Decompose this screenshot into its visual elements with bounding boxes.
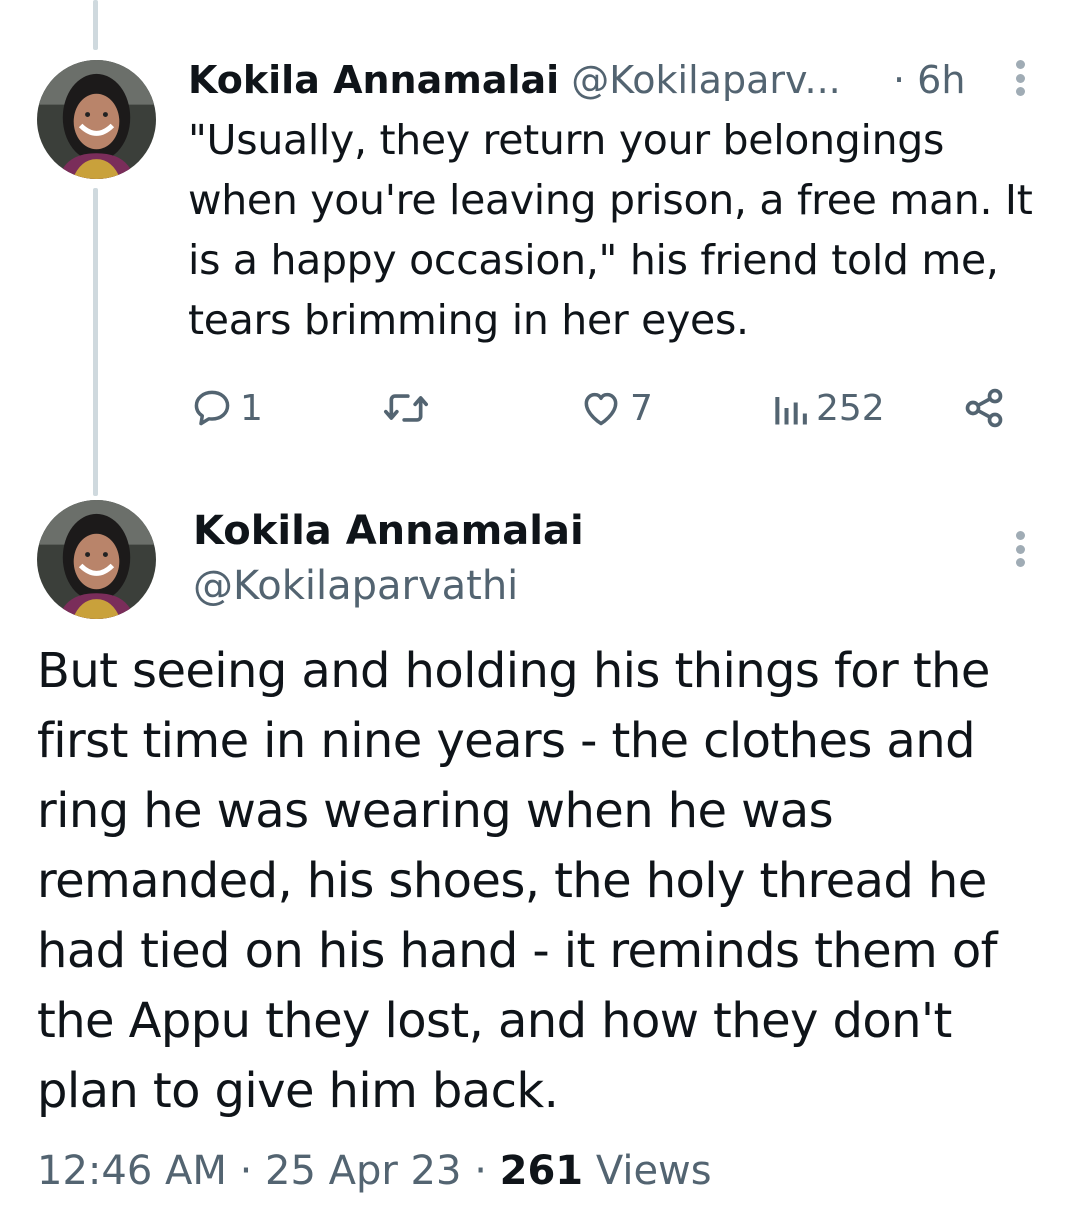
more-vertical-icon[interactable] (1014, 60, 1026, 96)
author-name[interactable]: Kokila Annamalai (193, 503, 584, 559)
views-label: Views (595, 1148, 712, 1194)
reply-tweet-text: "Usually, they return your belongings wh… (188, 116, 1033, 344)
avatar[interactable] (37, 500, 156, 619)
reply-count: 1 (240, 387, 263, 429)
meta-separator: · (474, 1148, 487, 1194)
tweet-action-bar: 1 7 252 (0, 380, 1079, 436)
reply-bubble-icon (194, 390, 230, 426)
like-button[interactable]: 7 (578, 380, 653, 436)
like-count: 7 (630, 387, 653, 429)
tweet-date[interactable]: 25 Apr 23 (265, 1148, 461, 1194)
avatar[interactable] (37, 60, 156, 179)
view-count: 252 (816, 387, 885, 429)
retweet-button[interactable] (382, 380, 436, 436)
thread-connector-line-top (93, 0, 98, 50)
share-icon (965, 388, 1003, 428)
views-count: 261 (499, 1148, 584, 1194)
thread-connector-line (93, 188, 98, 496)
main-tweet-text: But seeing and holding his things for th… (37, 643, 998, 1119)
meta-separator: · (239, 1148, 253, 1194)
reply-button[interactable]: 1 (190, 380, 263, 436)
avatar-image (37, 60, 156, 179)
tweet-metadata: 12:46 AM · 25 Apr 23 · 261 Views (37, 1143, 712, 1199)
retweet-icon (384, 394, 428, 422)
reply-tweet-header: Kokila Annamalai @Kokilaparv... · 6h (188, 50, 1038, 110)
avatar-image (37, 500, 156, 619)
author-handle[interactable]: @Kokilaparv... (571, 58, 841, 102)
tweet-time[interactable]: 12:46 AM (37, 1148, 227, 1194)
share-button[interactable] (962, 380, 1006, 436)
views-button[interactable]: 252 (770, 380, 885, 436)
views-bar-chart-icon (775, 397, 807, 425)
more-vertical-icon[interactable] (1014, 531, 1026, 567)
tweet-time-ago[interactable]: · 6h (893, 50, 965, 110)
author-name[interactable]: Kokila Annamalai (188, 58, 559, 102)
author-handle[interactable]: @Kokilaparvathi (193, 558, 518, 614)
heart-icon (584, 392, 618, 426)
